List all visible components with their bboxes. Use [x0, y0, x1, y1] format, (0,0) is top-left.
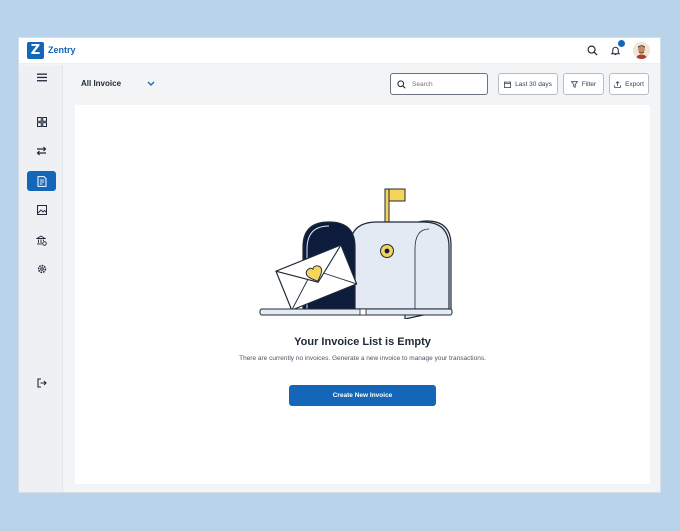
- upload-icon: [614, 80, 621, 88]
- sidebar-item-reports[interactable]: [27, 200, 56, 220]
- notification-badge: [618, 40, 625, 47]
- calendar-icon: [504, 81, 512, 88]
- sidebar-item-invoices[interactable]: [27, 171, 56, 191]
- create-invoice-button[interactable]: Create New Invoice: [289, 385, 436, 406]
- sidebar-item-settings[interactable]: [27, 259, 56, 279]
- app-name[interactable]: Zentry: [48, 45, 76, 55]
- empty-state-title: Your Invoice List is Empty: [294, 336, 431, 348]
- export-label: Export: [625, 80, 644, 88]
- avatar[interactable]: [633, 42, 650, 59]
- date-range-button[interactable]: Last 30 days: [498, 73, 558, 95]
- image-icon: [36, 205, 47, 215]
- invoice-filter-dropdown[interactable]: All Invoice: [81, 79, 155, 88]
- sidebar: [19, 65, 63, 492]
- filter-button[interactable]: Filter: [563, 73, 604, 95]
- chevron-down-icon: [147, 81, 155, 86]
- date-range-label: Last 30 days: [515, 80, 552, 88]
- app-window: Z Zentry All Invoice Search Last 30 days…: [18, 37, 661, 493]
- search-input[interactable]: [412, 80, 482, 88]
- logo-mark: Z: [27, 42, 44, 59]
- grid-icon: [36, 117, 47, 127]
- arrows-icon: [36, 146, 47, 156]
- dropdown-label: All Invoice: [81, 79, 122, 88]
- filter-label: Filter: [581, 80, 597, 88]
- sidebar-item-dashboard[interactable]: [27, 112, 56, 132]
- sidebar-item-transfers[interactable]: [27, 141, 56, 161]
- hamburger-icon: [36, 73, 47, 81]
- content-toolbar: All Invoice Last 30 days Filter Export: [64, 65, 660, 105]
- empty-state-description: There are currently no invoices. Generat…: [239, 355, 486, 362]
- invoice-panel: Your Invoice List is Empty There are cur…: [75, 105, 650, 484]
- sidebar-menu-toggle[interactable]: [27, 67, 56, 87]
- top-bar: Z Zentry: [19, 38, 660, 64]
- notifications-button[interactable]: [607, 40, 625, 59]
- empty-mailbox-illustration: [259, 188, 453, 319]
- search-icon: [587, 45, 598, 56]
- sidebar-item-logout[interactable]: [27, 373, 56, 393]
- global-search-button[interactable]: [584, 42, 601, 59]
- search-icon: [397, 79, 406, 89]
- export-button[interactable]: Export: [609, 73, 649, 95]
- invoice-icon: [37, 175, 46, 187]
- bank-icon: [36, 234, 47, 246]
- search-field[interactable]: [390, 73, 488, 95]
- gear-icon: [37, 264, 46, 274]
- sidebar-item-bank[interactable]: [27, 230, 56, 250]
- filter-icon: [570, 80, 578, 88]
- user-avatar-icon: [633, 42, 650, 59]
- logout-icon: [36, 378, 47, 388]
